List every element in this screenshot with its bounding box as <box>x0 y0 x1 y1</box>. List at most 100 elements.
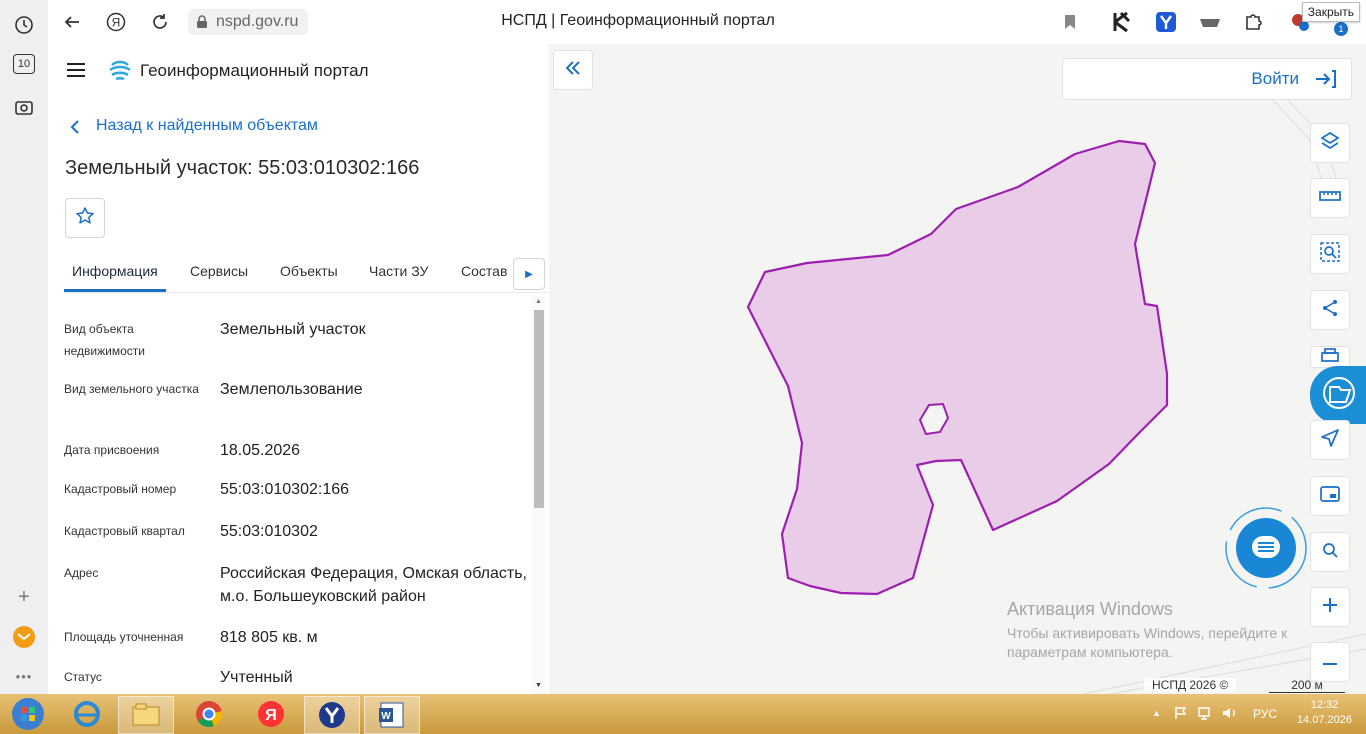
screenshot-icon[interactable] <box>12 95 36 119</box>
svg-text:Я: Я <box>265 707 277 724</box>
flag-icon[interactable] <box>1174 706 1188 725</box>
windows-activation-text: Чтобы активировать Windows, перейдите к … <box>1007 625 1288 660</box>
browser-toolbar: Я nspd.gov.ru НСПД | Геоинформационный п… <box>48 0 1366 45</box>
page-title: НСПД | Геоинформационный портал <box>501 12 775 29</box>
extension-hat-icon[interactable] <box>1198 10 1222 34</box>
favorite-button[interactable] <box>65 198 105 238</box>
browser-sidebar: 10 + ••• <box>0 0 49 694</box>
collapse-panel-button[interactable] <box>553 50 593 90</box>
start-button[interactable] <box>2 696 54 732</box>
tray-expand-icon[interactable]: ▲ <box>1152 708 1161 718</box>
property-value: 55:03:010302:166 <box>220 481 350 498</box>
double-chevron-left-icon <box>565 60 581 80</box>
zoom-in-button[interactable] <box>1310 587 1350 627</box>
print-button[interactable] <box>1310 346 1350 368</box>
info-panel: Геоинформационный портал Назад к найденн… <box>48 44 548 694</box>
volume-icon[interactable] <box>1222 706 1238 725</box>
star-icon <box>75 206 95 231</box>
yandex-taskbar-active-icon[interactable] <box>304 696 360 734</box>
land-parcel <box>746 139 1169 596</box>
object-title: Земельный участок: 55:03:010302:166 <box>65 157 420 179</box>
back-to-results-link[interactable]: Назад к найденным объектам <box>96 117 318 135</box>
login-label: Войти <box>1251 69 1299 88</box>
history-icon[interactable] <box>12 13 36 37</box>
property-label: Дата присвоения <box>64 443 160 457</box>
map-view[interactable]: Войти Активация Windows Чтобы активирова… <box>549 44 1366 694</box>
plus-icon <box>1322 597 1338 618</box>
layers-button[interactable] <box>1310 123 1350 163</box>
language-indicator[interactable]: РУС <box>1253 707 1277 721</box>
bookmark-icon[interactable] <box>1058 10 1082 34</box>
location-search-icon <box>1321 541 1339 564</box>
tabs-count-icon[interactable]: 10 <box>13 54 35 74</box>
scrollbar-thumb[interactable] <box>534 310 544 508</box>
word-icon[interactable]: W <box>364 696 420 734</box>
add-icon[interactable]: + <box>12 585 36 609</box>
scroll-up-icon[interactable]: ▲ <box>535 298 542 305</box>
area-search-icon <box>1320 241 1340 267</box>
yandex-browser-icon[interactable]: Я <box>244 696 298 732</box>
property-value: Землепользование <box>220 381 363 398</box>
tab-parts[interactable]: Части ЗУ <box>369 263 428 279</box>
clock-time: 12:32 <box>1310 699 1339 711</box>
property-value: 18.05.2026 <box>220 442 301 459</box>
property-label: Площадь уточненная <box>64 630 184 644</box>
windows-activation-title: Активация Windows <box>1007 599 1173 619</box>
measure-button[interactable] <box>1310 178 1350 218</box>
active-tab-indicator <box>64 289 166 292</box>
ruler-icon <box>1319 189 1341 207</box>
property-label: Статус <box>64 670 102 684</box>
map-copyright: НСПД 2026 © <box>1144 678 1237 692</box>
chevron-left-icon[interactable] <box>70 120 80 139</box>
svg-text:W: W <box>381 711 391 722</box>
tabs-count: 10 <box>17 58 31 70</box>
tab-objects[interactable]: Объекты <box>280 263 338 279</box>
property-label: Вид земельного участка <box>64 382 199 396</box>
more-icon[interactable]: ••• <box>12 664 36 688</box>
locate-button[interactable] <box>1310 532 1350 572</box>
feedback-widget-button[interactable] <box>1310 366 1366 424</box>
chat-button[interactable] <box>1224 506 1308 590</box>
property-label: Кадастровый квартал <box>64 524 185 538</box>
extension-y-icon[interactable] <box>1154 10 1178 34</box>
map-canvas <box>746 73 1366 694</box>
tab-services[interactable]: Сервисы <box>190 263 248 279</box>
portal-logo-icon <box>108 59 132 88</box>
hamburger-menu-icon[interactable] <box>66 62 86 78</box>
portal-title: Геоинформационный портал <box>140 61 369 80</box>
printer-icon <box>1320 347 1340 367</box>
extension-puzzle-icon[interactable] <box>1242 10 1266 34</box>
clock-date: 14.07.2026 <box>1296 714 1352 726</box>
layers-icon <box>1320 131 1340 156</box>
navigate-button[interactable] <box>1310 420 1350 460</box>
scroll-down-icon[interactable]: ▼ <box>535 682 542 689</box>
property-value: 55:03:010302 <box>220 523 318 540</box>
file-explorer-icon[interactable] <box>118 696 174 734</box>
tab-composition[interactable]: Состав <box>461 263 507 279</box>
share-button[interactable] <box>1310 290 1350 330</box>
network-icon[interactable] <box>1198 706 1214 725</box>
property-value: Земельный участок <box>220 321 366 338</box>
property-value: Российская Федерация, Омская область, м.… <box>220 565 527 605</box>
area-search-button[interactable] <box>1310 234 1350 274</box>
system-clock[interactable]: 12:32 14.07.2026 <box>1297 698 1352 728</box>
property-value: 818 805 кв. м <box>220 629 318 646</box>
tab-information[interactable]: Информация <box>72 263 158 279</box>
tabs-scroll-right-button[interactable]: ▶ <box>513 258 545 290</box>
map-scale: 200 м <box>1269 678 1345 693</box>
mail-app-icon[interactable] <box>12 625 36 649</box>
extension-k-icon[interactable] <box>1110 10 1134 34</box>
login-icon <box>1315 69 1337 94</box>
triangle-right-icon: ▶ <box>525 268 533 280</box>
properties-scrollbar[interactable]: ▲ ▼ <box>532 296 546 694</box>
navigation-arrow-icon <box>1321 428 1339 452</box>
internet-explorer-icon[interactable] <box>60 696 114 732</box>
share-icon <box>1321 299 1339 322</box>
login-button[interactable]: Войти <box>1062 58 1352 100</box>
property-label: Вид объекта недвижимости <box>64 322 145 358</box>
property-label: Адрес <box>64 566 99 580</box>
minimap-button[interactable] <box>1310 476 1350 516</box>
property-label: Кадастровый номер <box>64 482 177 496</box>
chrome-icon[interactable] <box>182 696 236 732</box>
tab-bar: Информация Сервисы Объекты Части ЗУ Сост… <box>64 250 548 293</box>
